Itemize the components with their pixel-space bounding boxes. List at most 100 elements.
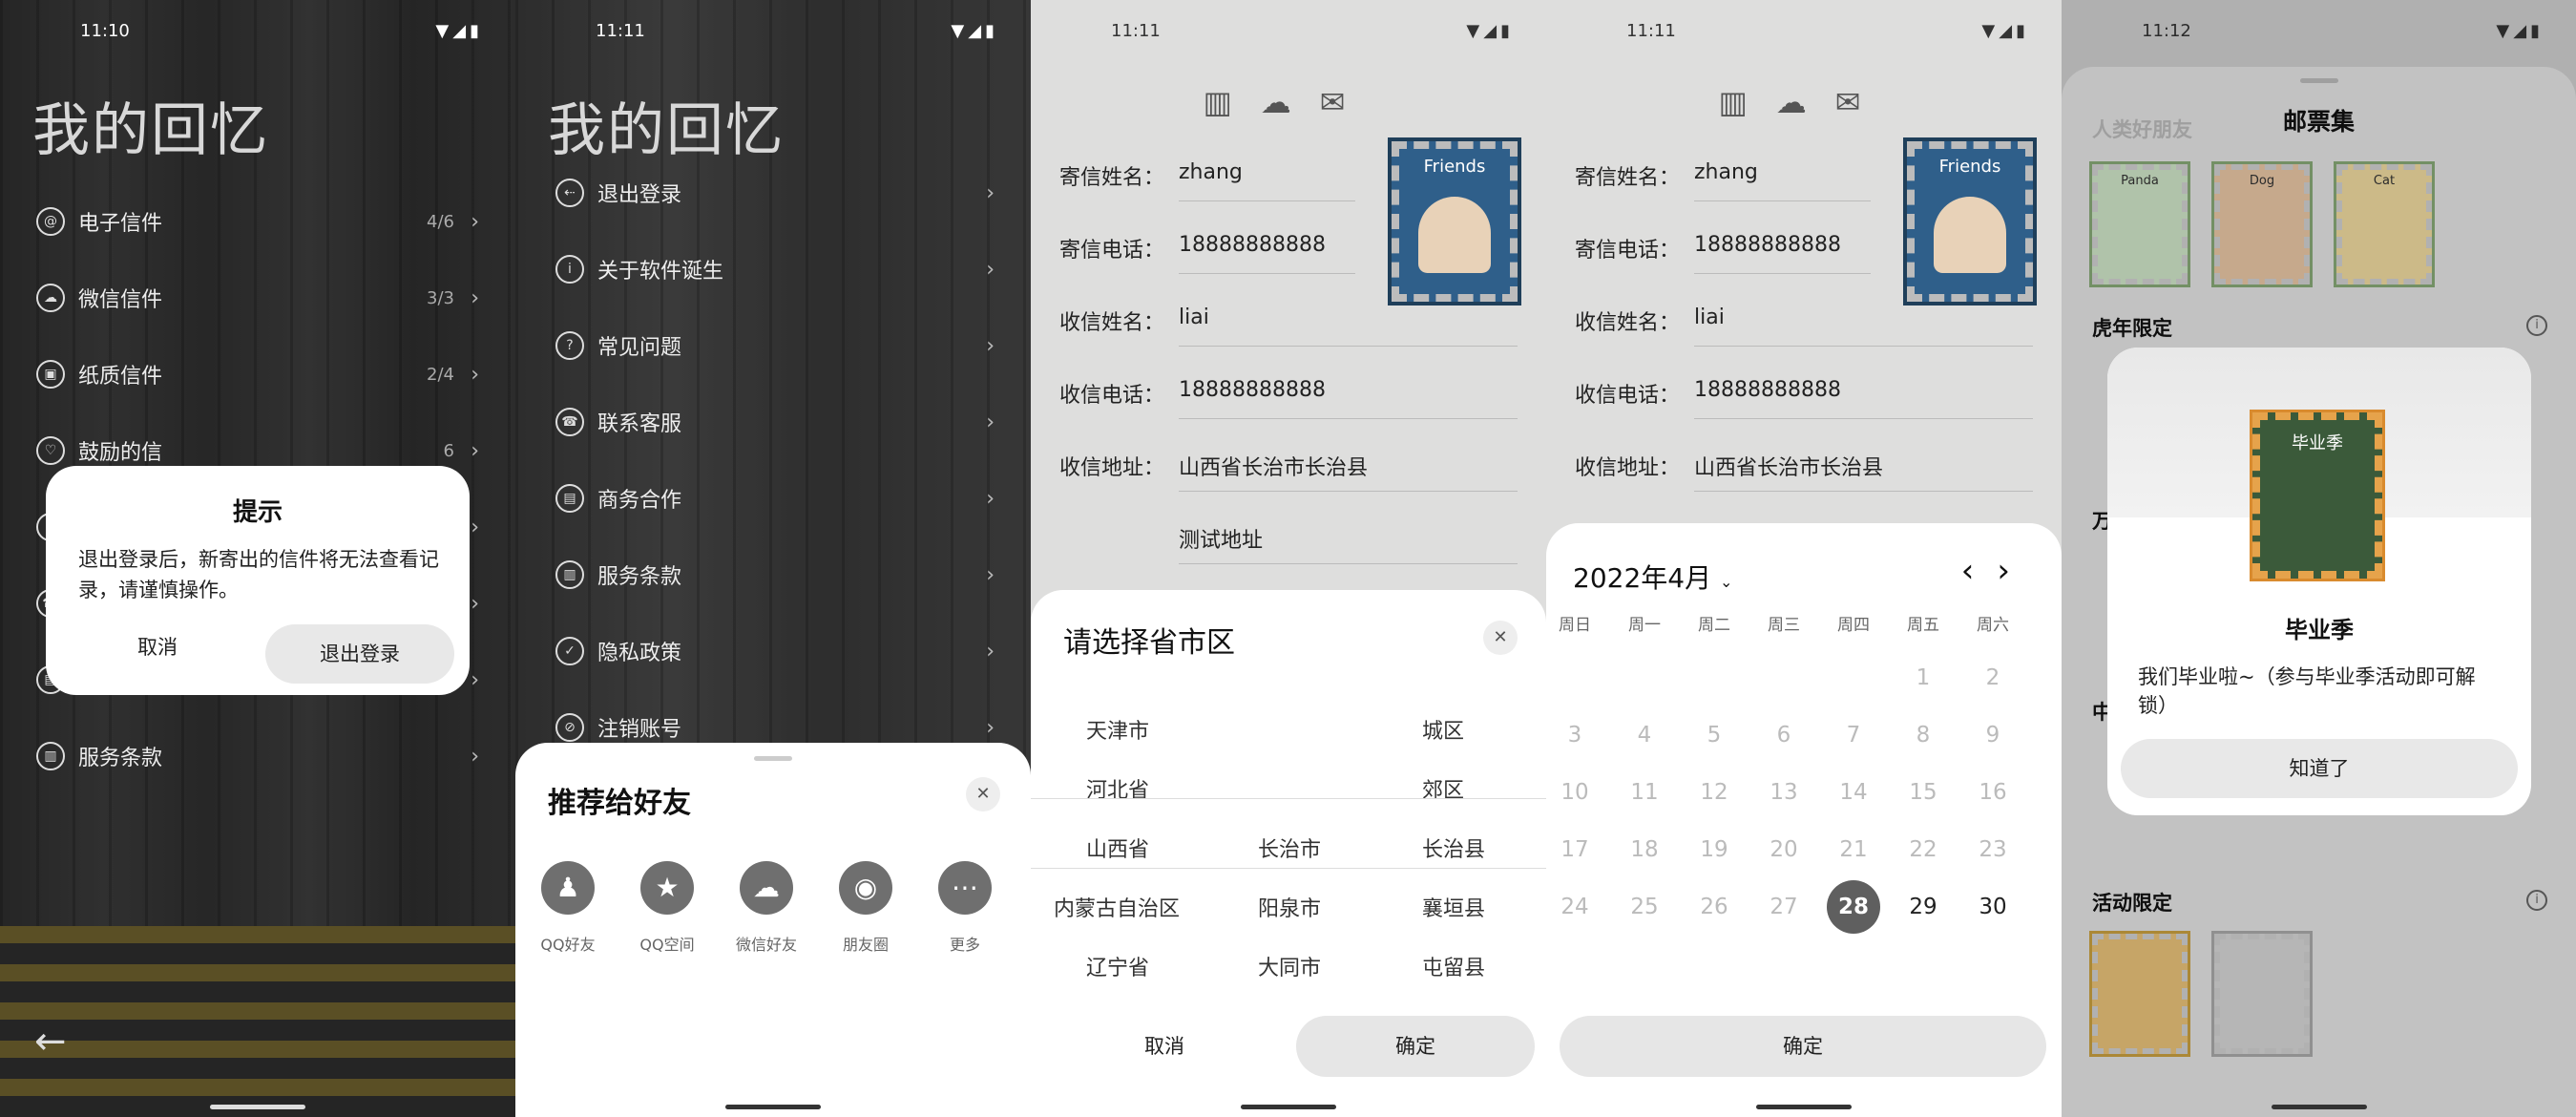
calendar-day[interactable]: 24: [1548, 880, 1602, 934]
calendar-day[interactable]: 23: [1966, 823, 2020, 876]
field-underline: [1694, 346, 2033, 347]
cancel-button[interactable]: 取消: [1069, 1018, 1260, 1075]
share-target[interactable]: ⋯ 更多: [932, 861, 998, 955]
menu-item[interactable]: ▥ 服务条款 ›: [555, 556, 995, 594]
share-icon: ⋯: [938, 861, 992, 915]
calendar-day[interactable]: 3: [1548, 708, 1602, 762]
county-option[interactable]: 屯留县: [1422, 951, 1485, 981]
confirm-button[interactable]: 确定: [1560, 1016, 2046, 1077]
menu-item[interactable]: ♡ 鼓励的信 6 ›: [36, 432, 479, 470]
menu-item[interactable]: i 关于软件诞生 ›: [555, 250, 995, 288]
field-value[interactable]: 18888888888: [1694, 378, 1841, 402]
calendar-day[interactable]: 29: [1896, 880, 1950, 934]
stamp-image[interactable]: Friends: [1388, 137, 1521, 306]
city-option[interactable]: 大同市: [1258, 951, 1321, 981]
menu-item[interactable]: ▤ 商务合作 ›: [555, 479, 995, 517]
calendar-day[interactable]: 5: [1687, 708, 1741, 762]
province-option[interactable]: 内蒙古自治区: [1054, 892, 1180, 922]
menu-item[interactable]: ▥ 服务条款 ›: [36, 737, 479, 775]
panel-stamp-album: 11:12 ▼◢▮ 邮票集 人类好朋友 Panda Dog Cat 虎年限定 i 万…: [2062, 0, 2576, 1117]
county-option[interactable]: 城区: [1422, 714, 1464, 745]
sheet-handle[interactable]: [754, 756, 792, 761]
share-sheet: 推荐给好友 ✕ ♟ QQ好友 ★ QQ空间 ☁ 微信好友 ◉ 朋友圈 ⋯ 更多: [515, 743, 1031, 1117]
field-value[interactable]: 山西省长治市长治县: [1694, 451, 1883, 481]
province-option[interactable]: 天津市: [1086, 714, 1149, 745]
share-target[interactable]: ◉ 朋友圈: [832, 861, 899, 955]
county-option[interactable]: 襄垣县: [1422, 892, 1485, 922]
confirm-button[interactable]: 确定: [1296, 1016, 1535, 1077]
field-value[interactable]: 测试地址: [1179, 523, 1263, 554]
field-value[interactable]: liai: [1694, 306, 1725, 329]
menu-item[interactable]: ⇠ 退出登录 ›: [555, 174, 995, 212]
stamp-image[interactable]: Friends: [1903, 137, 2037, 306]
email-icon[interactable]: ✉: [1835, 84, 1890, 120]
menu-item[interactable]: ☁ 微信信件 3/3 ›: [36, 279, 479, 317]
menu-item[interactable]: ⊘ 注销账号 ›: [555, 708, 995, 747]
field-value[interactable]: zhang: [1694, 160, 1758, 184]
calendar-day[interactable]: 4: [1618, 708, 1671, 762]
menu-item[interactable]: ✓ 隐私政策 ›: [555, 632, 995, 670]
field-label: 寄信电话：: [1059, 239, 1165, 263]
calendar-day[interactable]: 30: [1966, 880, 2020, 934]
field-value[interactable]: 山西省长治市长治县: [1179, 451, 1368, 481]
share-target[interactable]: ♟ QQ好友: [534, 861, 601, 955]
share-target[interactable]: ☁ 微信好友: [733, 861, 800, 955]
field-value[interactable]: 18888888888: [1179, 233, 1326, 257]
wechat-icon[interactable]: ☁: [1776, 84, 1835, 120]
prev-month-icon[interactable]: ‹: [1961, 552, 1998, 590]
ok-button[interactable]: 知道了: [2121, 739, 2518, 798]
send-method-tabs: ▥☁✉: [1031, 84, 1546, 120]
calendar-day[interactable]: 27: [1757, 880, 1811, 934]
calendar-day[interactable]: 15: [1896, 766, 1950, 819]
close-icon[interactable]: ✕: [1483, 621, 1518, 655]
calendar-day[interactable]: 19: [1687, 823, 1741, 876]
field-label: 寄信姓名：: [1059, 166, 1165, 190]
wechat-icon[interactable]: ☁: [1261, 84, 1320, 120]
calendar-day[interactable]: 25: [1618, 880, 1671, 934]
month-selector[interactable]: 2022年4月 ⌄: [1573, 558, 1732, 596]
calendar-day[interactable]: 11: [1618, 766, 1671, 819]
calendar-day[interactable]: 9: [1966, 708, 2020, 762]
calendar-day[interactable]: 18: [1618, 823, 1671, 876]
calendar-day[interactable]: 16: [1966, 766, 2020, 819]
calendar-day[interactable]: 13: [1757, 766, 1811, 819]
share-icon: ◉: [839, 861, 892, 915]
calendar-day[interactable]: 20: [1757, 823, 1811, 876]
next-month-icon[interactable]: ›: [1997, 552, 2033, 590]
field-value[interactable]: 18888888888: [1179, 378, 1326, 402]
menu-item[interactable]: @ 电子信件 4/6 ›: [36, 202, 479, 241]
calendar-day[interactable]: 12: [1687, 766, 1741, 819]
calendar-day[interactable]: 8: [1896, 708, 1950, 762]
field-underline: [1694, 491, 2033, 492]
calendar-day[interactable]: 6: [1757, 708, 1811, 762]
calendar-day[interactable]: 7: [1827, 708, 1880, 762]
calendar-day[interactable]: 28: [1827, 880, 1880, 934]
menu-item[interactable]: ▣ 纸质信件 2/4 ›: [36, 355, 479, 393]
share-icon: ★: [640, 861, 694, 915]
calendar-day[interactable]: 17: [1548, 823, 1602, 876]
chevron-right-icon: ›: [986, 180, 995, 205]
province-option[interactable]: 辽宁省: [1086, 951, 1149, 981]
mailbox-icon[interactable]: ▥: [1718, 84, 1775, 120]
logout-button[interactable]: 退出登录: [265, 624, 454, 684]
calendar-day[interactable]: 22: [1896, 823, 1950, 876]
menu-icon: ▣: [36, 360, 65, 389]
email-icon[interactable]: ✉: [1320, 84, 1374, 120]
close-icon[interactable]: ✕: [966, 777, 1000, 811]
back-arrow-icon[interactable]: ←: [34, 1020, 76, 1064]
calendar-day[interactable]: 1: [1896, 651, 1950, 705]
chevron-right-icon: ›: [471, 209, 479, 234]
city-option[interactable]: 阳泉市: [1258, 892, 1321, 922]
menu-item[interactable]: ☎ 联系客服 ›: [555, 403, 995, 441]
calendar-day[interactable]: 21: [1827, 823, 1880, 876]
menu-item[interactable]: ? 常见问题 ›: [555, 327, 995, 365]
share-target[interactable]: ★ QQ空间: [634, 861, 701, 955]
mailbox-icon[interactable]: ▥: [1203, 84, 1260, 120]
calendar-day[interactable]: 2: [1966, 651, 2020, 705]
field-value[interactable]: 18888888888: [1694, 233, 1841, 257]
field-value[interactable]: liai: [1179, 306, 1209, 329]
field-value[interactable]: zhang: [1179, 160, 1243, 184]
calendar-day[interactable]: 26: [1687, 880, 1741, 934]
calendar-day[interactable]: 14: [1827, 766, 1880, 819]
calendar-day[interactable]: 10: [1548, 766, 1602, 819]
